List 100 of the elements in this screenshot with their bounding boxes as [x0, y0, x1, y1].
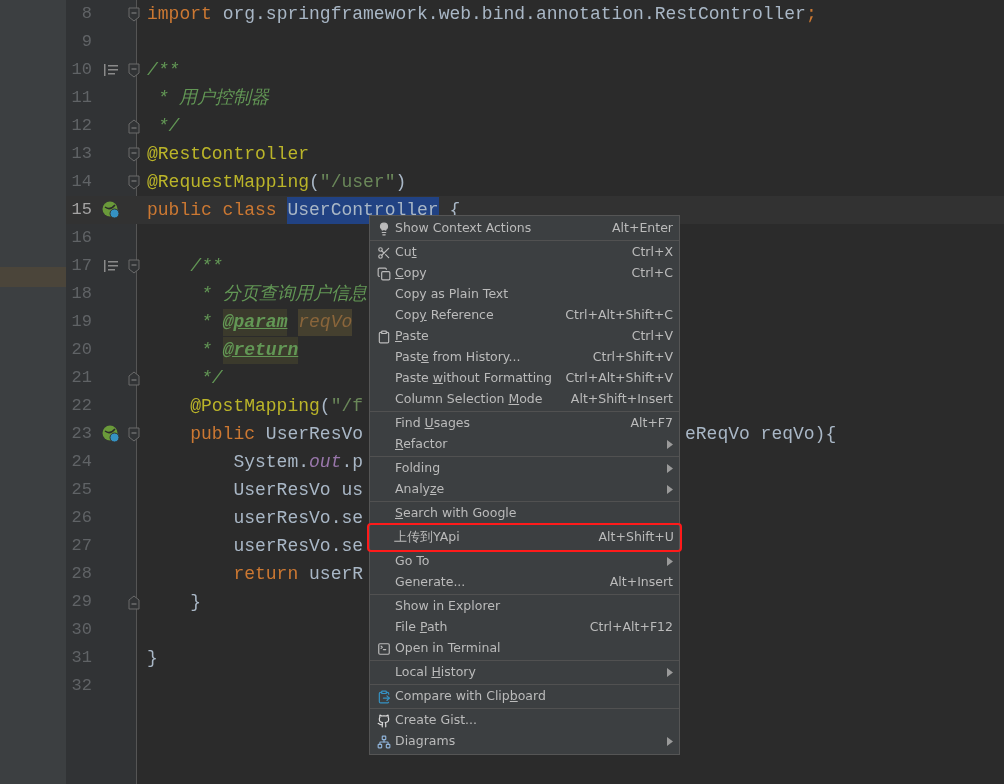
menu-item[interactable]: Cut Ctrl+X — [370, 242, 679, 263]
doc-render-icon[interactable] — [104, 64, 118, 76]
bean-icon[interactable] — [102, 201, 120, 219]
menu-item[interactable]: Paste Ctrl+V — [370, 326, 679, 347]
menu-item[interactable]: Copy as Plain Text — [370, 284, 679, 305]
code-token: * 分页查询用户信息 — [200, 282, 367, 306]
shortcut-label: Ctrl+V — [631, 327, 673, 346]
diagram-icon — [377, 734, 391, 749]
shortcut-label: Ctrl+Alt+Shift+C — [565, 306, 673, 325]
bean-icon[interactable] — [102, 425, 120, 443]
menu-item[interactable]: Open in Terminal — [370, 638, 679, 659]
menu-item[interactable]: 上传到YApi Alt+Shift+U — [369, 525, 680, 550]
menu-item-label: File Path — [395, 618, 448, 637]
menu-item[interactable]: Local History — [370, 662, 679, 683]
menu-item-label: Paste from History... — [395, 348, 521, 367]
menu-item[interactable]: Copy Ctrl+C — [370, 263, 679, 284]
shortcut-label: Alt+Insert — [609, 573, 673, 592]
menu-item[interactable]: Search with Google — [370, 503, 679, 524]
menu-item[interactable]: Folding — [370, 458, 679, 479]
code-token: System. — [232, 450, 310, 474]
doc-render-icon[interactable] — [104, 260, 118, 272]
menu-item-label: Local History — [395, 663, 476, 682]
shortcut-label: Ctrl+C — [631, 264, 673, 283]
menu-item-label: Search with Google — [395, 504, 517, 523]
code-token: @param — [222, 308, 288, 336]
menu-item-label: Analyze — [395, 480, 445, 499]
menu-item[interactable]: Paste from History... Ctrl+Shift+V — [370, 347, 679, 368]
code-token: /** — [189, 254, 223, 278]
code-token: public — [189, 422, 257, 446]
fold-icon[interactable] — [128, 146, 140, 162]
fold-end-icon[interactable] — [128, 594, 140, 610]
menu-item[interactable]: Paste without Formatting Ctrl+Alt+Shift+V — [370, 368, 679, 389]
lightbulb-icon — [377, 221, 391, 236]
menu-item[interactable]: Column Selection Mode Alt+Shift+Insert — [370, 389, 679, 410]
menu-item-label: Find Usages — [395, 414, 471, 433]
menu-item-label: Folding — [395, 459, 441, 478]
shortcut-label: Alt+Enter — [612, 219, 673, 238]
fold-icon[interactable] — [128, 62, 140, 78]
copy-icon — [377, 266, 391, 281]
shortcut-label: Ctrl+Shift+V — [592, 348, 673, 367]
code-token: out — [309, 450, 342, 474]
code-token: reqVo — [298, 308, 353, 336]
code-token: ( — [309, 170, 320, 194]
menu-item[interactable]: Find Usages Alt+F7 — [370, 413, 679, 434]
code-token: userR — [309, 562, 364, 586]
menu-item-label: Column Selection Mode — [395, 390, 543, 409]
menu-item[interactable]: Generate... Alt+Insert — [370, 572, 679, 593]
menu-item[interactable]: Diagrams — [370, 731, 679, 752]
fold-icon[interactable] — [128, 426, 140, 442]
code-token: @return — [222, 336, 299, 364]
menu-item[interactable]: File Path Ctrl+Alt+F12 — [370, 617, 679, 638]
fold-icon[interactable] — [128, 258, 140, 274]
menu-item-label: Show in Explorer — [395, 597, 501, 616]
code-token: * — [200, 310, 213, 334]
code-token: import — [147, 2, 213, 26]
menu-item-label: Open in Terminal — [395, 639, 501, 658]
clipboard-icon — [377, 329, 391, 344]
menu-item-label: Copy Reference — [395, 306, 494, 325]
shortcut-label: Ctrl+X — [631, 243, 673, 262]
fold-icon[interactable] — [128, 6, 140, 22]
compare-clipboard-icon — [377, 689, 391, 704]
code-token: * 用户控制器 — [156, 86, 270, 110]
menu-item-label: 上传到YApi — [394, 528, 460, 547]
menu-item[interactable]: Analyze — [370, 479, 679, 500]
shortcut-label: Alt+F7 — [630, 414, 673, 433]
menu-item-label: Cut — [395, 243, 417, 262]
code-token: userResVo.se — [232, 534, 364, 558]
menu-item[interactable]: Create Gist... — [370, 710, 679, 731]
menu-item[interactable]: Refactor — [370, 434, 679, 455]
shortcut-label: Alt+Shift+U — [598, 528, 674, 547]
menu-item-label: Generate... — [395, 573, 466, 592]
code-token: userResVo.se — [232, 506, 364, 530]
code-token: eReqVo reqVo){ — [685, 422, 837, 446]
code-token: } — [147, 646, 158, 670]
code-token: * — [200, 338, 213, 362]
code-token: UserResVo — [265, 422, 364, 446]
fold-icon[interactable] — [128, 174, 140, 190]
menu-item[interactable]: Compare with Clipboard — [370, 686, 679, 707]
code-token: } — [189, 590, 201, 614]
code-token: ( — [319, 394, 331, 418]
menu-item-label: Paste — [395, 327, 429, 346]
menu-item[interactable]: Go To — [370, 551, 679, 572]
code-token: @RestController — [147, 142, 310, 166]
line-number: 15 — [70, 199, 92, 222]
menu-item-label: Create Gist... — [395, 711, 477, 730]
fold-end-icon[interactable] — [128, 118, 140, 134]
code-token: return — [232, 562, 300, 586]
code-token: "/user" — [319, 170, 396, 194]
code-token: ; — [805, 2, 817, 26]
terminal-icon — [377, 641, 391, 656]
selected-row — [0, 267, 66, 287]
code-token: @PostMapping — [189, 394, 320, 418]
menu-item-label: Diagrams — [395, 732, 456, 751]
menu-item[interactable]: Copy Reference Ctrl+Alt+Shift+C — [370, 305, 679, 326]
menu-item-label: Copy as Plain Text — [395, 285, 509, 304]
menu-item-label: Copy — [395, 264, 427, 283]
fold-end-icon[interactable] — [128, 370, 140, 386]
code-token: public class — [147, 198, 278, 222]
shortcut-label: Ctrl+Alt+Shift+V — [565, 369, 673, 388]
menu-item[interactable]: Show in Explorer — [370, 596, 679, 617]
